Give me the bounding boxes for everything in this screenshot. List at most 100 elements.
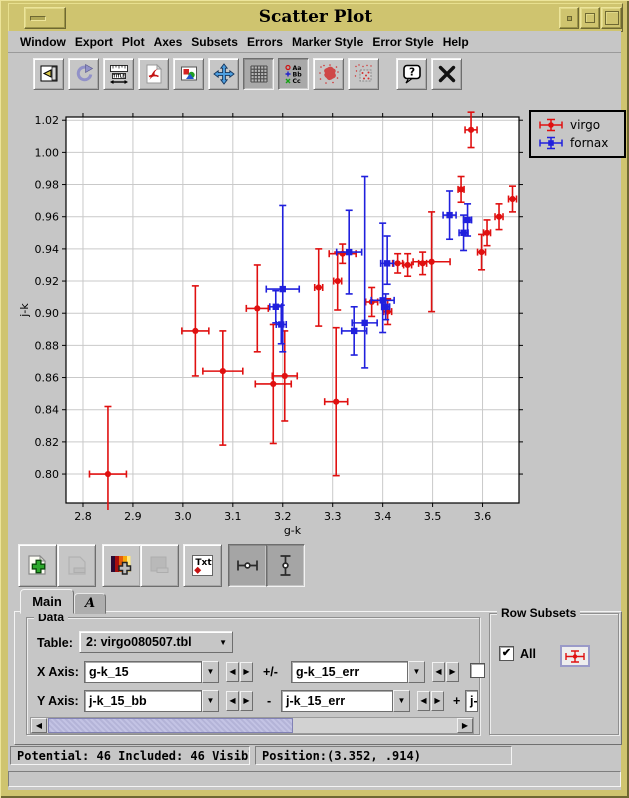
errorbar-marker-icon [564,650,586,663]
toolbar: TITLE [8,54,621,94]
svg-text:3.5: 3.5 [424,510,442,523]
blob-subset-button[interactable] [313,58,344,90]
point-subset-button[interactable] [348,58,379,90]
export-image-button[interactable] [173,58,204,90]
svg-text:3.6: 3.6 [474,510,492,523]
remove-dataset-icon [63,552,90,579]
point-select-icon [353,63,375,85]
legend-entry-virgo: virgo [536,117,624,133]
x-error-prev-button[interactable]: ◀ [432,662,445,682]
menu-subsets[interactable]: Subsets [191,35,238,49]
x-error-dropdown-button[interactable]: ▼ [408,661,425,683]
svg-text:0.96: 0.96 [35,211,60,224]
scrollbar-thumb[interactable] [48,718,293,733]
minimize-button[interactable] [559,7,579,29]
help-button[interactable]: ? [396,58,427,90]
x-error-combo[interactable]: g-k_15_err [291,661,408,683]
svg-text:0.94: 0.94 [35,243,60,256]
menu-error-style[interactable]: Error Style [372,35,433,49]
restore-button[interactable] [601,7,622,29]
y-error-combo[interactable]: j-k_15_err [281,690,393,712]
y-axis-next-button[interactable]: ▶ [240,691,253,711]
x-error-next-button[interactable]: ▶ [446,662,459,682]
help-icon: ? [401,63,423,85]
svg-text:1.00: 1.00 [35,146,60,159]
window-export-icon [38,63,60,85]
legend-toggle-button[interactable]: Aa Bb Cc [278,58,309,90]
export-pdf-button[interactable] [138,58,169,90]
menu-plot[interactable]: Plot [122,35,145,49]
svg-text:TITLE: TITLE [112,74,124,79]
replot-icon [73,63,95,85]
restore-icon [605,11,619,25]
add-style-button[interactable] [102,544,141,587]
y-axis-combo[interactable]: j-k_15_bb [84,690,202,712]
svg-text:0.90: 0.90 [35,307,60,320]
pdf-icon [143,63,165,85]
x-axis-value: g-k_15 [89,665,129,679]
data-horizontal-scrollbar[interactable]: ◀ ▶ [30,717,474,734]
y-axis-value: j-k_15_bb [89,694,147,708]
menu-help[interactable]: Help [443,35,469,49]
legend-icon: Aa Bb Cc [283,63,305,85]
x-error-clipped-checkbox[interactable] [470,663,485,678]
add-dataset-button[interactable] [18,544,57,587]
close-icon [436,63,458,85]
svg-text:0.84: 0.84 [35,404,60,417]
y-errorbars-toggle[interactable] [266,544,305,587]
title-bar[interactable]: Scatter Plot [8,3,623,32]
menu-window[interactable]: Window [20,35,66,49]
window-export-button[interactable] [33,58,64,90]
client-area: Window Export Plot Axes Subsets Errors Marker … [8,31,621,790]
x-axis-prev-button[interactable]: ◀ [226,662,239,682]
axes-ruler-icon: TITLE [108,63,130,85]
tab-a[interactable]: A [74,593,106,614]
x-axis-next-button[interactable]: ▶ [240,662,253,682]
add-style-icon [108,552,135,579]
svg-text:0.88: 0.88 [35,339,60,352]
menu-axes[interactable]: Axes [154,35,183,49]
text-label-button[interactable]: Txt [183,544,222,587]
y-axis-prev-button[interactable]: ◀ [226,691,239,711]
scroll-left-button[interactable]: ◀ [31,718,47,733]
row-subsets-title: Row Subsets [497,606,580,620]
maximize-button[interactable] [580,7,600,29]
menu-export[interactable]: Export [75,35,113,49]
y-axis-dropdown-button[interactable]: ▼ [202,690,219,712]
y-error-dropdown-button[interactable]: ▼ [393,690,410,712]
grid-toggle-button[interactable] [243,58,274,90]
svg-text:3.1: 3.1 [224,510,242,523]
legend-label: fornax [570,136,608,150]
svg-text:0.98: 0.98 [35,179,60,192]
tab-main[interactable]: Main [20,589,74,614]
menu-errors[interactable]: Errors [247,35,283,49]
y-error-next-button[interactable]: ▶ [431,691,444,711]
svg-text:0.86: 0.86 [35,372,60,385]
svg-text:0.92: 0.92 [35,275,60,288]
axes-edit-button[interactable]: TITLE [103,58,134,90]
x-errorbars-toggle[interactable] [228,544,267,587]
x-axis-label: X Axis: [37,665,79,679]
row-subsets-group: Row Subsets ✔ All [489,613,619,735]
svg-text:2.9: 2.9 [124,510,142,523]
scroll-right-button[interactable]: ▶ [457,718,473,733]
y-error-prev-button[interactable]: ◀ [417,691,430,711]
svg-text:j-k: j-k [18,303,31,318]
x-op-label: +/- [263,665,278,679]
replot-button[interactable] [68,58,99,90]
all-subset-style-button[interactable] [560,645,590,667]
close-button[interactable] [431,58,462,90]
y-error2-combo-partial[interactable]: j- [465,690,478,712]
add-dataset-icon [24,552,51,579]
check-icon: ✔ [502,647,511,659]
scatter-chart[interactable]: 2.82.93.03.13.23.33.43.53.60.800.820.840… [8,94,621,544]
remove-style-icon [146,552,173,579]
table-select-value: 2: virgo080507.tbl [86,635,192,649]
menu-marker-style[interactable]: Marker Style [292,35,363,49]
rescale-button[interactable] [208,58,239,90]
x-axis-combo[interactable]: g-k_15 [84,661,202,683]
all-subset-checkbox[interactable]: ✔ [499,646,514,661]
svg-text:?: ? [408,67,414,79]
x-axis-dropdown-button[interactable]: ▼ [202,661,219,683]
table-select[interactable]: 2: virgo080507.tbl ▼ [79,631,233,653]
